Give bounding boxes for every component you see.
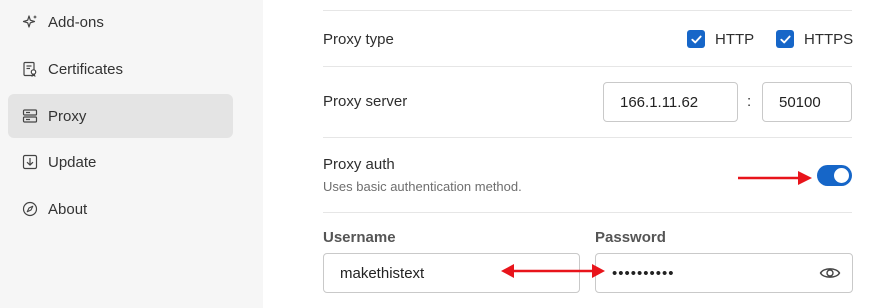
- sidebar-item-add-ons[interactable]: Add-ons: [8, 0, 233, 44]
- sidebar-item-label: About: [48, 200, 88, 218]
- annotation-arrow-right: [738, 171, 812, 185]
- sidebar-item-label: Update: [48, 153, 97, 171]
- show-password-eye-icon[interactable]: [819, 265, 841, 281]
- sidebar-item-update[interactable]: Update: [8, 140, 233, 184]
- sparkle-icon: [22, 14, 38, 30]
- sidebar-item-label: Proxy: [48, 107, 87, 125]
- sidebar-item-certificates[interactable]: Certificates: [8, 47, 233, 91]
- checkmark-icon[interactable]: [776, 30, 794, 48]
- toggle-knob: [834, 168, 849, 183]
- divider: [323, 212, 852, 213]
- proxy-auth-toggle[interactable]: [817, 165, 852, 186]
- divider: [323, 10, 852, 11]
- https-checkbox-label: HTTPS: [804, 30, 854, 48]
- proxy-auth-label: Proxy auth: [323, 156, 395, 173]
- compass-icon: [22, 201, 38, 217]
- proxy-port-input[interactable]: 50100: [762, 82, 852, 122]
- password-label: Password: [595, 229, 666, 246]
- password-input[interactable]: ••••••••••: [595, 253, 853, 293]
- http-checkbox[interactable]: HTTP: [687, 30, 754, 48]
- https-checkbox[interactable]: HTTPS: [776, 30, 853, 48]
- proxy-auth-description: Uses basic authentication method.: [323, 179, 522, 194]
- download-icon: [22, 154, 38, 170]
- proxy-type-label: Proxy type: [323, 31, 394, 48]
- certificate-icon: [22, 61, 38, 77]
- sidebar-item-label: Certificates: [48, 60, 124, 78]
- sidebar: Add-ons Certificates Proxy Update About: [0, 0, 263, 308]
- sidebar-item-proxy[interactable]: Proxy: [8, 94, 233, 138]
- server-icon: [22, 108, 38, 124]
- checkmark-icon[interactable]: [687, 30, 705, 48]
- proxy-host-input[interactable]: 166.1.11.62: [603, 82, 738, 122]
- http-checkbox-label: HTTP: [715, 30, 755, 48]
- username-label: Username: [323, 229, 396, 246]
- divider: [323, 137, 852, 138]
- annotation-arrow-double: [501, 264, 605, 278]
- sidebar-item-label: Add-ons: [48, 13, 104, 31]
- sidebar-item-about[interactable]: About: [8, 187, 233, 231]
- host-port-separator: :: [747, 93, 752, 110]
- proxy-server-label: Proxy server: [323, 93, 408, 110]
- divider: [323, 66, 852, 67]
